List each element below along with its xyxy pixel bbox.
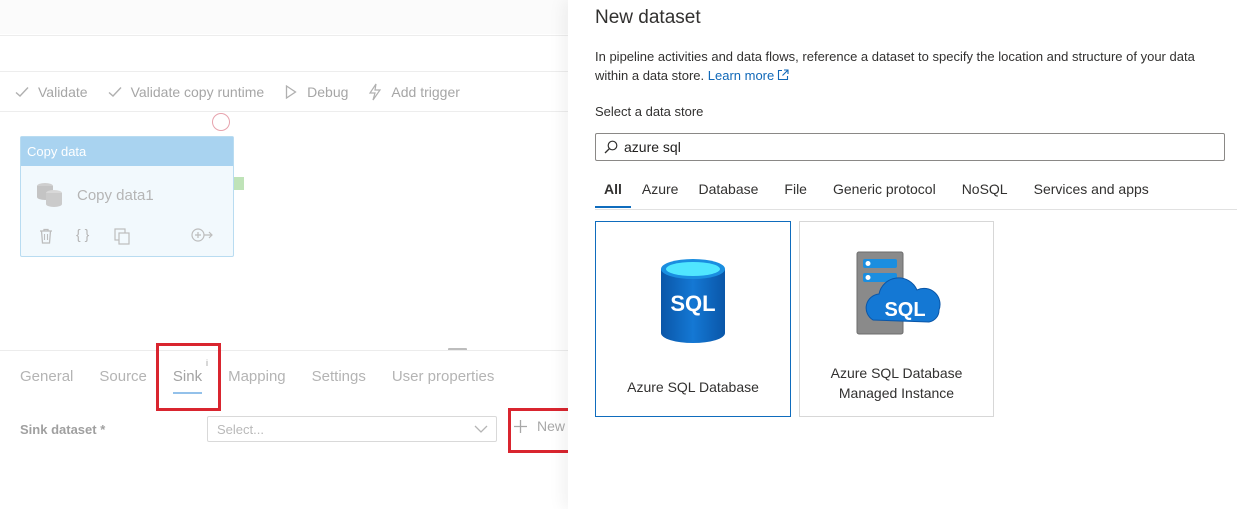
lightning-icon — [367, 83, 383, 101]
panel-title: New dataset — [595, 7, 701, 28]
divider — [0, 71, 568, 72]
copy-data-activity[interactable]: Copy data Copy data1 { } — [20, 136, 234, 257]
tab-azure[interactable]: Azure — [642, 180, 679, 197]
description-text: In pipeline activities and data flows, r… — [595, 49, 1195, 83]
sql-icon-text: SQL — [670, 291, 715, 316]
divider — [0, 35, 568, 36]
pipeline-toolbar: Validate Validate copy runtime Debug Add… — [14, 80, 479, 104]
top-strip — [0, 0, 568, 34]
activity-output-port[interactable] — [212, 113, 230, 131]
tab-services-and-apps[interactable]: Services and apps — [1034, 180, 1149, 197]
delete-icon[interactable] — [39, 228, 53, 247]
add-output-icon[interactable] — [191, 228, 213, 245]
sink-tab-highlight — [156, 343, 221, 411]
azure-sql-database-icon: SQL — [658, 256, 728, 351]
tab-general[interactable]: General — [20, 368, 73, 385]
active-tab-underline — [595, 206, 631, 208]
tab-all-label: All — [604, 181, 622, 197]
data-store-card-azure-sql-database[interactable]: SQL Azure SQL Database — [595, 221, 791, 417]
validate-label: Validate — [38, 84, 88, 100]
divider — [0, 111, 568, 112]
activity-success-port[interactable] — [234, 177, 244, 190]
debug-label: Debug — [307, 84, 349, 100]
learn-more-label: Learn more — [707, 68, 775, 83]
play-icon — [283, 84, 299, 100]
divider — [595, 209, 1237, 210]
card-label: Azure SQL Database — [627, 379, 759, 395]
activity-name: Copy data1 — [77, 187, 154, 204]
new-dataset-panel: New dataset In pipeline activities and d… — [568, 0, 1237, 509]
tab-file[interactable]: File — [784, 180, 807, 197]
tab-nosql[interactable]: NoSQL — [962, 180, 1008, 197]
checkmark-icon — [107, 84, 123, 100]
copy-database-icon — [35, 179, 65, 214]
tab-user-properties[interactable]: User properties — [392, 368, 495, 385]
activity-type-label: Copy data — [21, 137, 233, 166]
panel-description: In pipeline activities and data flows, r… — [595, 47, 1230, 86]
validate-button[interactable]: Validate — [14, 84, 88, 100]
add-trigger-label: Add trigger — [391, 84, 460, 100]
tab-generic-protocol[interactable]: Generic protocol — [833, 180, 936, 197]
category-tabs: All Azure Database File Generic protocol… — [595, 180, 1169, 208]
validate-copy-runtime-label: Validate copy runtime — [130, 84, 265, 100]
properties-tabs: General Source Sink Mapping Settings Use… — [20, 368, 520, 394]
validate-copy-runtime-button[interactable]: Validate copy runtime — [107, 84, 265, 100]
chevron-down-icon — [474, 422, 488, 437]
checkmark-icon — [14, 84, 30, 100]
tab-source[interactable]: Source — [99, 368, 147, 385]
sql-icon-text: SQL — [884, 299, 925, 321]
card-label: Azure SQL Database Managed Instance — [830, 365, 963, 401]
debug-button[interactable]: Debug — [283, 84, 348, 100]
sink-dataset-label: Sink dataset * — [20, 422, 106, 437]
new-button-highlight — [508, 408, 568, 453]
azure-sql-managed-instance-icon: SQL — [851, 250, 943, 341]
copy-icon[interactable] — [114, 228, 130, 248]
search-icon — [604, 140, 618, 159]
tab-database[interactable]: Database — [698, 180, 758, 197]
tab-settings[interactable]: Settings — [312, 368, 366, 385]
divider — [0, 350, 568, 351]
tab-all[interactable]: All — [595, 180, 631, 208]
learn-more-link[interactable]: Learn more — [708, 68, 789, 83]
add-trigger-button[interactable]: Add trigger — [367, 83, 460, 101]
data-store-card-azure-sql-managed-instance[interactable]: SQL Azure SQL Database Managed Instance — [799, 221, 994, 417]
tab-mapping[interactable]: Mapping — [228, 368, 286, 385]
pipeline-editor: Validate Validate copy runtime Debug Add… — [0, 0, 568, 509]
sink-dataset-select[interactable]: Select... — [207, 416, 497, 442]
select-data-store-label: Select a data store — [595, 104, 704, 119]
data-store-search — [595, 133, 1225, 161]
search-input[interactable] — [624, 137, 1214, 157]
sink-dataset-placeholder: Select... — [217, 422, 264, 437]
code-braces-icon[interactable]: { } — [76, 226, 89, 242]
external-link-icon — [777, 67, 789, 86]
